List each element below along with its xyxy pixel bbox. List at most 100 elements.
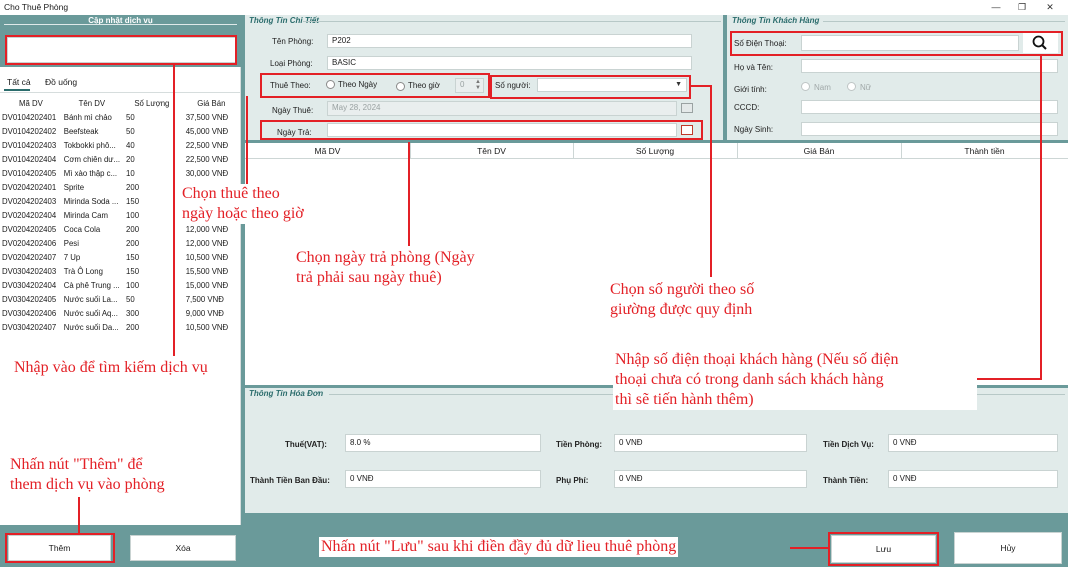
row-name: Sprite	[63, 182, 85, 192]
close-button[interactable]: ✕	[1036, 0, 1064, 15]
table-row[interactable]: DV0104202404 Cơm chiên dư... 20 22,500 VNĐ	[0, 152, 241, 166]
room-service-table-header: Mã DV Tên DV Số Lượng Giá Bán Thành tiền	[245, 143, 1068, 159]
col-code: Mã DV	[314, 146, 341, 156]
search-icon	[1032, 35, 1047, 50]
row-price: 7,500 VNĐ	[185, 294, 224, 304]
row-name: Trà Ô Long	[63, 266, 103, 276]
people-label: Số người:	[495, 81, 531, 90]
surcharge-label: Phụ Phí:	[556, 476, 589, 485]
chevron-down-icon: ▼	[675, 81, 682, 88]
row-price: 22,500 VNĐ	[185, 140, 229, 150]
male-radio[interactable]	[801, 82, 810, 91]
rent-by-label: Thuê Theo:	[270, 81, 311, 90]
maximize-button[interactable]: ❐	[1008, 0, 1036, 15]
tab-all[interactable]: Tất cả	[7, 77, 31, 87]
hour-spinner[interactable]: 0 ▲ ▼	[455, 78, 484, 93]
by-day-radio[interactable]	[326, 80, 335, 89]
rent-type-annotation: Chọn thuê theo ngày hoặc theo giờ	[180, 184, 306, 224]
row-name: Nước suối Da...	[63, 322, 119, 332]
row-name: Pesi	[63, 238, 79, 248]
minimize-button[interactable]: —	[982, 0, 1010, 15]
row-code: DV0204202405	[2, 224, 57, 234]
col-price: Giá Bán	[197, 98, 226, 108]
row-price: 10,500 VNĐ	[185, 322, 229, 332]
rent-date-label: Ngày Thuê:	[272, 106, 314, 115]
customer-section-title: Thông Tin Khách Hàng	[732, 16, 820, 25]
rent-type-pointer-line	[246, 96, 248, 188]
room-fee-label: Tiền Phòng:	[556, 440, 603, 449]
birth-label: Ngày Sinh:	[734, 125, 774, 134]
active-tab-indicator	[4, 89, 30, 91]
row-name: Mirinda Cam	[63, 210, 108, 220]
table-row[interactable]: DV0304202404 Cà phê Trung ... 100 15,000 VN…	[0, 278, 241, 292]
gender-label: Giới tính:	[734, 85, 767, 94]
table-row[interactable]: DV0304202403 Trà Ô Long 150 15,500 VNĐ	[0, 264, 241, 278]
table-row[interactable]: DV0204202407 7 Up 150 10,500 VNĐ	[0, 250, 241, 264]
row-code: DV0304202405	[2, 294, 57, 304]
people-select[interactable]: ▼	[537, 78, 687, 92]
col-name: Tên DV	[78, 98, 106, 108]
phone-pointer-line	[1040, 56, 1042, 380]
initial-total-label: Thành Tiền Ban Đầu:	[250, 476, 330, 485]
calendar-icon[interactable]	[681, 125, 693, 135]
table-row[interactable]: DV0104202401 Bánh mì chảo 50 37,500 VNĐ	[0, 110, 241, 124]
room-type-label: Loại Phòng:	[270, 59, 313, 68]
return-date-field[interactable]	[327, 123, 677, 137]
delete-service-button[interactable]: Xóa	[130, 535, 236, 561]
id-label: CCCD:	[734, 103, 760, 112]
section-divider	[303, 21, 721, 22]
section-divider	[823, 21, 1065, 22]
phone-input[interactable]	[801, 35, 1019, 51]
row-code: DV0304202404	[2, 280, 57, 290]
phone-annotation: Nhập số điện thoại khách hàng (Nếu số đi…	[613, 350, 977, 410]
search-pointer-line	[173, 64, 175, 356]
table-row[interactable]: DV0104202402 Beefsteak 50 45,000 VNĐ	[0, 124, 241, 138]
table-row[interactable]: DV0304202406 Nước suối Aq... 300 9,000 VNĐ	[0, 306, 241, 320]
table-row[interactable]: DV0104202405 Mì xào thập c... 10 30,000 VNĐ	[0, 166, 241, 180]
add-highlight	[5, 533, 115, 563]
row-name: Bánh mì chảo	[63, 112, 112, 122]
save-pointer-line	[790, 547, 830, 549]
row-name: Mirinda Soda ...	[63, 196, 119, 206]
row-price: 30,000 VNĐ	[185, 168, 229, 178]
row-code: DV0104202402	[2, 126, 57, 136]
row-code: DV0204202401	[2, 182, 57, 192]
row-code: DV0104202404	[2, 154, 57, 164]
table-row[interactable]: DV0304202407 Nước suối Da... 200 10,500 VNĐ	[0, 320, 241, 334]
row-price: 45,000 VNĐ	[185, 126, 229, 136]
left-action-bar: Thêm Xóa	[0, 525, 241, 567]
row-code: DV0204202406	[2, 238, 57, 248]
table-row[interactable]: DV0204202406 Pesi 200 12,000 VNĐ	[0, 236, 241, 250]
row-price: 12,000 VNĐ	[185, 238, 229, 248]
table-row[interactable]: DV0204202405 Coca Cola 200 12,000 VNĐ	[0, 222, 241, 236]
birth-field[interactable]	[801, 122, 1058, 136]
row-code: DV0204202403	[2, 196, 57, 206]
name-label: Họ và Tên:	[734, 63, 773, 72]
return-date-annotation: Chọn ngày trả phòng (Ngày trả phải sau n…	[294, 248, 477, 288]
spinner-arrows-icon[interactable]: ▲ ▼	[475, 79, 481, 91]
row-name: Beefsteak	[63, 126, 99, 136]
id-field[interactable]	[801, 100, 1058, 114]
search-button[interactable]	[1023, 33, 1058, 53]
cancel-button[interactable]: Hủy	[954, 532, 1062, 564]
row-name: Tokbokki phô...	[63, 140, 116, 150]
service-fee-field: 0 VNĐ	[888, 434, 1058, 452]
row-code: DV0104202403	[2, 140, 57, 150]
row-name: Mì xào thập c...	[63, 168, 118, 178]
table-row[interactable]: DV0304202405 Nước suối La... 50 7,500 VNĐ	[0, 292, 241, 306]
by-hour-radio[interactable]	[396, 82, 405, 91]
customer-panel: Thông Tin Khách Hàng Số Điện Thoại: Họ v…	[727, 15, 1068, 140]
room-fee-field: 0 VNĐ	[614, 434, 807, 452]
customer-name-field[interactable]	[801, 59, 1058, 73]
col-code: Mã DV	[18, 98, 43, 108]
surcharge-field: 0 VNĐ	[614, 470, 807, 488]
save-annotation: Nhấn nút "Lưu" sau khi điền đầy đủ dữ li…	[319, 537, 679, 557]
service-search-panel: Cập nhật dịch vụ	[0, 15, 241, 67]
phone-label: Số Điện Thoại:	[734, 39, 787, 48]
people-annotation: Chọn số người theo số giường được quy đị…	[608, 280, 757, 320]
female-radio[interactable]	[847, 82, 856, 91]
row-name: 7 Up	[63, 252, 81, 262]
row-code: DV0204202407	[2, 252, 57, 262]
tab-drinks[interactable]: Đồ uống	[45, 77, 77, 87]
table-row[interactable]: DV0104202403 Tokbokki phô... 40 22,500 VNĐ	[0, 138, 241, 152]
